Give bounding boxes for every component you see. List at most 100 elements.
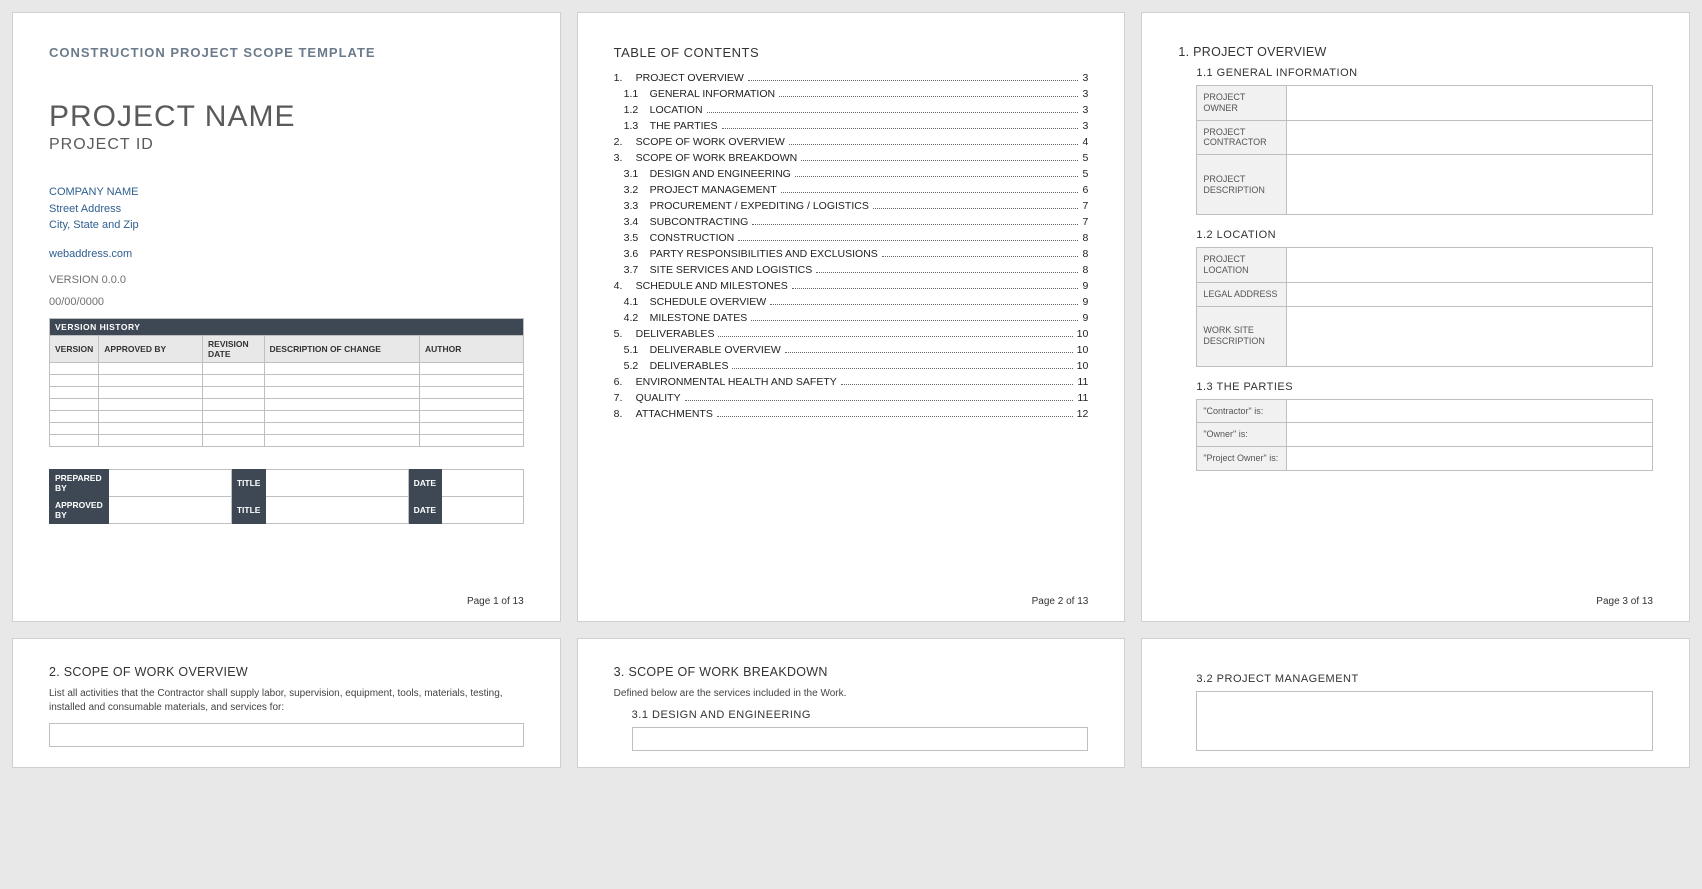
toc-entry: 1.3THE PARTIES3 [614,120,1089,132]
col-approved: APPROVED BY [99,335,203,362]
page-footer: Page 2 of 13 [1032,596,1089,607]
project-id: PROJECT ID [49,136,524,154]
toc-text: SITE SERVICES AND LOGISTICS [650,264,813,276]
document-grid: CONSTRUCTION PROJECT SCOPE TEMPLATE PROJ… [12,12,1690,768]
toc-page: 11 [1077,392,1088,404]
subsec-3-2: 3.2 PROJECT MANAGEMENT [1196,673,1653,685]
col-version: VERSION [50,335,99,362]
sec-3-header: 3. SCOPE OF WORK BREAKDOWN [614,665,1089,679]
col-author: AUTHOR [419,335,523,362]
toc-number: 1.2 [624,104,650,116]
toc-text: DELIVERABLES [650,360,729,372]
page-1: CONSTRUCTION PROJECT SCOPE TEMPLATE PROJ… [12,12,561,622]
page-footer: Page 3 of 13 [1596,596,1653,607]
general-info-table: PROJECT OWNER PROJECT CONTRACTOR PROJECT… [1196,85,1653,215]
page-6: 3.2 PROJECT MANAGEMENT [1141,638,1690,768]
toc-page: 5 [1082,168,1088,180]
toc-number: 4.2 [624,312,650,324]
toc-entry: 8.ATTACHMENTS12 [614,408,1089,420]
toc-entry: 3.SCOPE OF WORK BREAKDOWN5 [614,152,1089,164]
toc-entry: 3.4SUBCONTRACTING7 [614,216,1089,228]
row-legal: LEGAL ADDRESS [1197,282,1287,306]
toc-number: 3.4 [624,216,650,228]
toc-number: 7. [614,392,636,404]
toc-page: 3 [1082,120,1088,132]
toc-page: 8 [1082,248,1088,260]
toc-text: PROCUREMENT / EXPEDITING / LOGISTICS [650,200,869,212]
toc-leader [707,112,1079,113]
sec-1-header: 1. PROJECT OVERVIEW [1178,45,1653,59]
toc-entry: 3.5CONSTRUCTION8 [614,232,1089,244]
col-revdate: REVISION DATE [203,335,264,362]
toc-text: QUALITY [636,392,681,404]
toc-text: DELIVERABLE OVERVIEW [650,344,781,356]
toc-number: 3.6 [624,248,650,260]
toc-text: LOCATION [650,104,703,116]
toc-page: 9 [1082,296,1088,308]
toc-page: 10 [1077,328,1089,340]
version-history-table: VERSION HISTORY VERSION APPROVED BY REVI… [49,318,524,447]
lbl-date2: DATE [408,496,442,523]
page-4: 2. SCOPE OF WORK OVERVIEW List all activ… [12,638,561,768]
subsec-1-2: 1.2 LOCATION [1196,229,1653,241]
toc-text: CONSTRUCTION [650,232,735,244]
toc-number: 6. [614,376,636,388]
toc-leader [873,208,1079,209]
lbl-prepared: PREPARED BY [50,469,109,496]
toc-entry: 3.1DESIGN AND ENGINEERING5 [614,168,1089,180]
city-state-zip: City, State and Zip [49,217,524,234]
toc-number: 1.1 [624,88,650,100]
toc-entry: 1.2LOCATION3 [614,104,1089,116]
toc-number: 4.1 [624,296,650,308]
toc-leader [795,176,1079,177]
toc-entry: 5.1DELIVERABLE OVERVIEW10 [614,344,1089,356]
toc-leader [738,240,1078,241]
street-address: Street Address [49,201,524,218]
toc-text: ATTACHMENTS [636,408,713,420]
toc-leader [792,288,1079,289]
lbl-title1: TITLE [231,469,266,496]
toc-number: 3.7 [624,264,650,276]
toc-page: 12 [1077,408,1089,420]
toc-leader [717,416,1073,417]
toc-page: 10 [1077,344,1089,356]
toc-leader [770,304,1078,305]
toc-leader [779,96,1078,97]
page-footer: Page 1 of 13 [467,596,524,607]
toc-number: 4. [614,280,636,292]
toc-number: 3.1 [624,168,650,180]
toc-leader [748,80,1079,81]
sec-2-body: List all activities that the Contractor … [49,687,524,715]
toc-number: 5.2 [624,360,650,372]
toc-leader [841,384,1074,385]
row-party1: "Contractor" is: [1197,399,1287,423]
toc-text: SCOPE OF WORK BREAKDOWN [636,152,798,164]
toc-list: 1.PROJECT OVERVIEW31.1GENERAL INFORMATIO… [614,72,1089,420]
subsec-1-1: 1.1 GENERAL INFORMATION [1196,67,1653,79]
row-owner: PROJECT OWNER [1197,86,1287,121]
sec-3-body: Defined below are the services included … [614,687,1089,701]
toc-leader [732,368,1072,369]
toc-number: 3.5 [624,232,650,244]
toc-text: THE PARTIES [650,120,718,132]
date-string: 00/00/0000 [49,296,524,308]
toc-text: PROJECT MANAGEMENT [650,184,777,196]
table-row [50,434,524,446]
toc-page: 3 [1082,88,1088,100]
toc-entry: 4.2MILESTONE DATES9 [614,312,1089,324]
toc-entry: 4.SCHEDULE AND MILESTONES9 [614,280,1089,292]
subsec-1-3: 1.3 THE PARTIES [1196,381,1653,393]
row-contractor: PROJECT CONTRACTOR [1197,120,1287,155]
toc-entry: 2.SCOPE OF WORK OVERVIEW4 [614,136,1089,148]
toc-number: 3.2 [624,184,650,196]
page-5: 3. SCOPE OF WORK BREAKDOWN Defined below… [577,638,1126,768]
toc-leader [882,256,1079,257]
toc-text: MILESTONE DATES [650,312,748,324]
toc-page: 10 [1077,360,1089,372]
toc-text: PARTY RESPONSIBILITIES AND EXCLUSIONS [650,248,878,260]
web-address: webaddress.com [49,248,524,260]
toc-leader [816,272,1078,273]
toc-page: 6 [1082,184,1088,196]
toc-entry: 3.3PROCUREMENT / EXPEDITING / LOGISTICS7 [614,200,1089,212]
toc-leader [801,160,1078,161]
